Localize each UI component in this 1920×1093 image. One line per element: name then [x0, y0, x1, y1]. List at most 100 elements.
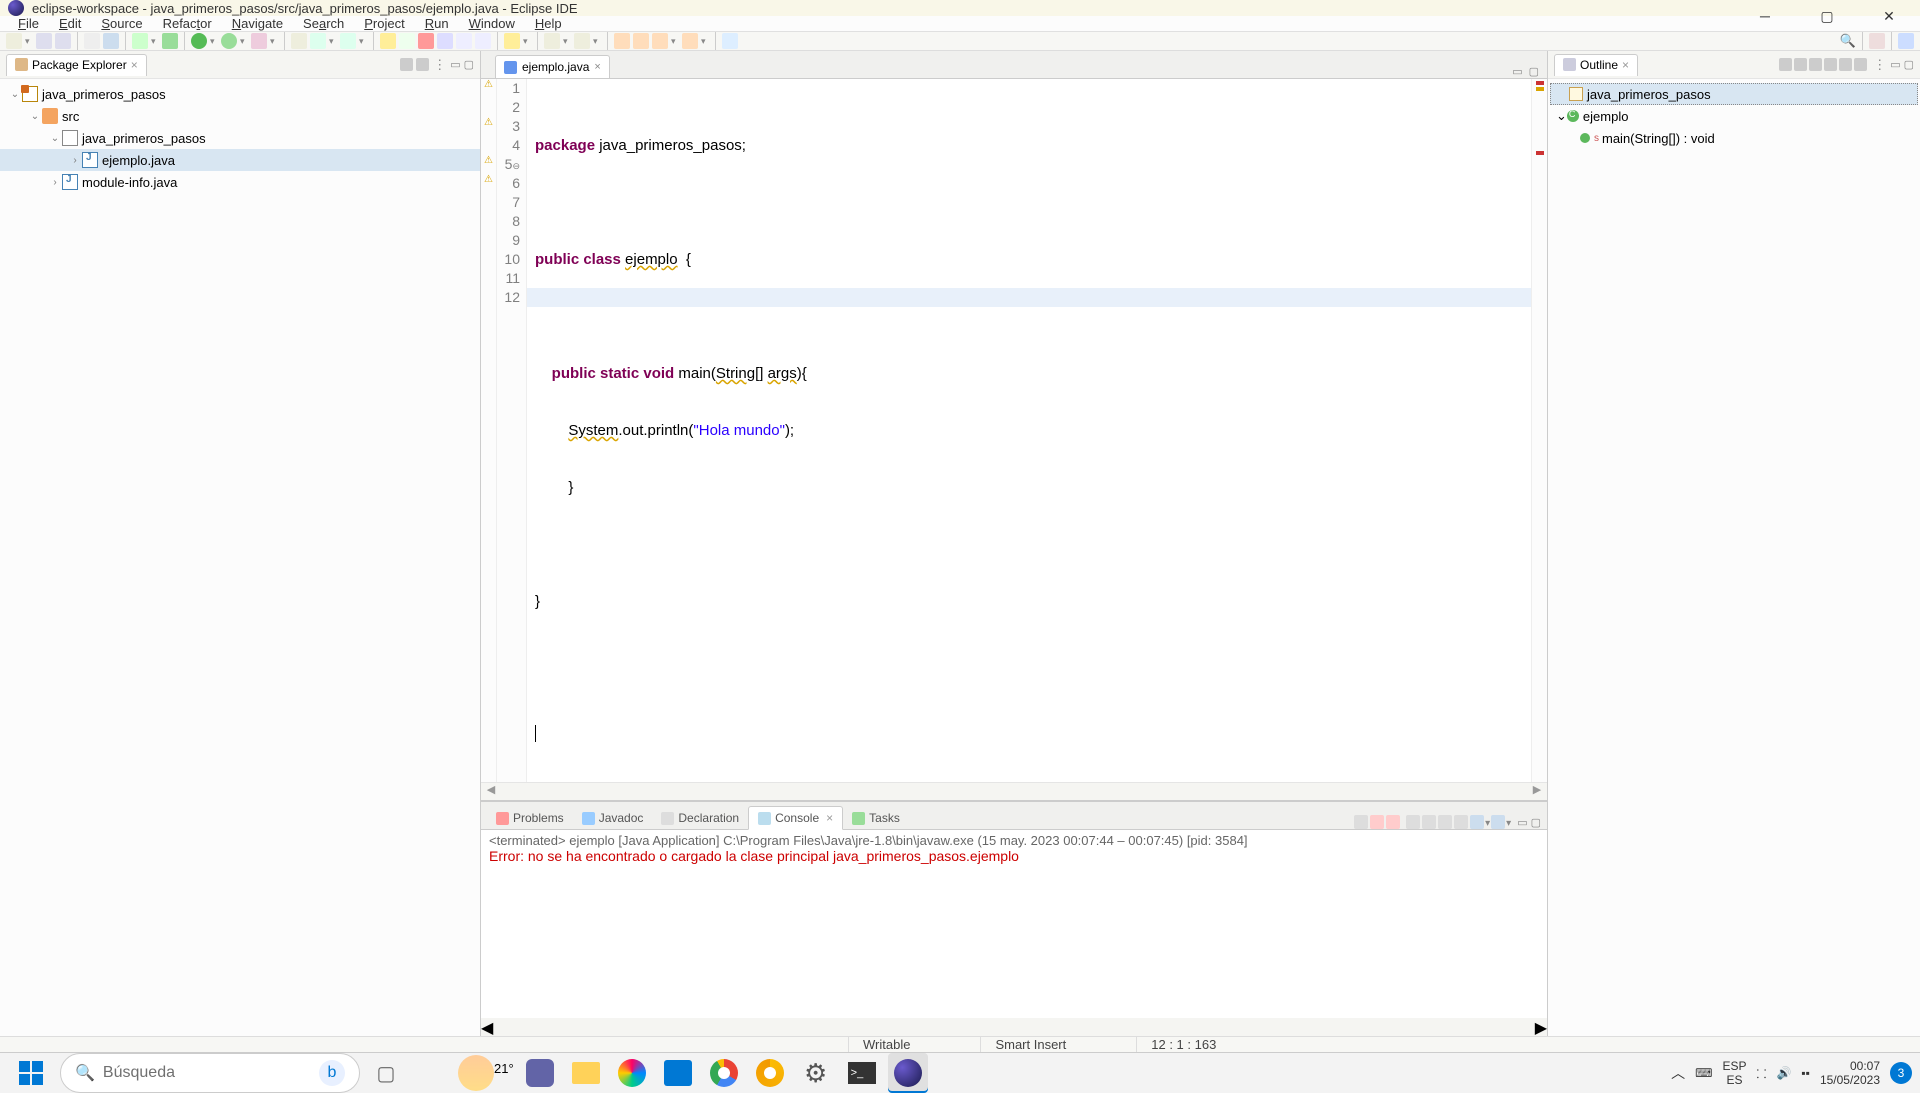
dropdown-icon[interactable]: ▾ [329, 33, 337, 49]
pin-icon[interactable] [722, 33, 738, 49]
close-icon[interactable]: × [131, 58, 138, 72]
word-wrap-icon[interactable] [1438, 815, 1452, 829]
terminate-icon[interactable] [1354, 815, 1368, 829]
close-icon[interactable]: × [826, 811, 833, 825]
dropdown-icon[interactable]: ▾ [25, 33, 33, 49]
taskbar-search[interactable]: 🔍 Búsqueda b [60, 1053, 360, 1093]
scroll-lock-icon[interactable] [1422, 815, 1436, 829]
scroll-right-icon[interactable]: ▶ [1527, 783, 1547, 800]
minimize-view-icon[interactable]: ▭ [1517, 816, 1527, 829]
outline-class[interactable]: ⌄ejemplo [1550, 105, 1918, 127]
settings-icon[interactable]: ⚙ [796, 1053, 836, 1093]
collapse-icon[interactable] [400, 58, 413, 71]
bing-icon[interactable]: b [319, 1060, 345, 1086]
dropdown-icon[interactable]: ▾ [671, 33, 679, 49]
new-icon[interactable] [6, 33, 22, 49]
open-console-icon[interactable] [1491, 815, 1505, 829]
tree-project[interactable]: ⌄java_primeros_pasos [0, 83, 480, 105]
toggle-icon[interactable] [84, 33, 100, 49]
overview-ruler[interactable] [1531, 79, 1547, 782]
view-menu-icon[interactable]: ⋮ [1873, 57, 1886, 73]
weather-icon[interactable] [458, 1055, 494, 1091]
menu-search[interactable]: Search [293, 16, 354, 31]
menu-refactor[interactable]: Refactor [153, 16, 222, 31]
dropdown-icon[interactable]: ▾ [270, 33, 278, 49]
dropdown-icon[interactable]: ▾ [523, 33, 531, 49]
warning-icon[interactable]: ⚠ [481, 174, 496, 193]
console-output[interactable]: <terminated> ejemplo [Java Application] … [481, 830, 1547, 1018]
tab-console[interactable]: Console× [748, 806, 843, 830]
tab-problems[interactable]: Problems [487, 807, 573, 829]
dropdown-icon[interactable]: ▾ [210, 33, 218, 49]
warning-icon[interactable]: ⚠ [481, 155, 496, 174]
warning-icon[interactable]: ⚠ [481, 79, 496, 98]
code-area[interactable]: package java_primeros_pasos; public clas… [527, 79, 1531, 782]
menu-window[interactable]: Window [459, 16, 525, 31]
view-menu-icon[interactable]: ⋮ [433, 57, 446, 73]
close-button[interactable]: ✕ [1858, 0, 1920, 32]
wrap-icon[interactable] [475, 33, 491, 49]
annotate-icon[interactable] [103, 33, 119, 49]
close-icon[interactable]: × [1622, 58, 1629, 72]
hide-nonpublic-icon[interactable] [1839, 58, 1852, 71]
maximize-button[interactable]: ▢ [1796, 0, 1858, 32]
volume-icon[interactable]: 🔊 [1776, 1066, 1791, 1080]
filter-icon[interactable] [1794, 58, 1807, 71]
menu-file[interactable]: File [8, 16, 49, 31]
outline-method[interactable]: smain(String[]) : void [1550, 127, 1918, 149]
language-indicator[interactable]: ESPES [1723, 1059, 1747, 1087]
start-button[interactable] [8, 1053, 54, 1093]
new-pkg-icon[interactable] [291, 33, 307, 49]
coverage-icon[interactable] [221, 33, 237, 49]
menu-edit[interactable]: Edit [49, 16, 91, 31]
display-icon[interactable] [1470, 815, 1484, 829]
skip-icon[interactable] [162, 33, 178, 49]
maximize-view-icon[interactable]: ▢ [1531, 816, 1541, 829]
remove-all-icon[interactable] [1386, 815, 1400, 829]
todo-icon[interactable] [418, 33, 434, 49]
copilot-icon[interactable] [612, 1053, 652, 1093]
nav-back-icon[interactable] [682, 33, 698, 49]
warning-icon[interactable]: ⚠ [481, 117, 496, 136]
dropdown-icon[interactable]: ▾ [593, 33, 601, 49]
fwd-icon[interactable] [633, 33, 649, 49]
tree-package[interactable]: ⌄java_primeros_pasos [0, 127, 480, 149]
clock[interactable]: 00:0715/05/2023 [1820, 1059, 1880, 1087]
notification-badge[interactable]: 3 [1890, 1062, 1912, 1084]
mark-icon[interactable] [437, 33, 453, 49]
menu-navigate[interactable]: Navigate [222, 16, 293, 31]
next-ann-icon[interactable] [544, 33, 560, 49]
run-icon[interactable] [191, 33, 207, 49]
dropdown-icon[interactable]: ▾ [701, 33, 709, 49]
tree-src[interactable]: ⌄src [0, 105, 480, 127]
menu-help[interactable]: Help [525, 16, 572, 31]
terminal-icon[interactable]: >_ [842, 1053, 882, 1093]
package-explorer-tab[interactable]: Package Explorer × [6, 54, 147, 76]
canary-icon[interactable] [750, 1053, 790, 1093]
minimize-editor-icon[interactable]: ▭ [1512, 65, 1522, 78]
keyboard-icon[interactable]: ⌨ [1695, 1066, 1712, 1080]
back-icon[interactable] [614, 33, 630, 49]
quick-access-icon[interactable]: 🔍 [1840, 33, 1856, 49]
save-all-icon[interactable] [55, 33, 71, 49]
minimize-view-icon[interactable]: ▭ [1890, 58, 1900, 71]
wand-icon[interactable] [380, 33, 396, 49]
scroll-right-icon[interactable]: ▶ [1535, 1018, 1547, 1036]
tree-file-ejemplo[interactable]: ›ejemplo.java [0, 149, 480, 171]
teams-icon[interactable] [520, 1053, 560, 1093]
battery-icon[interactable]: ▪▪ [1801, 1066, 1810, 1080]
search-icon[interactable] [399, 33, 415, 49]
tab-javadoc[interactable]: Javadoc [573, 807, 653, 829]
menu-project[interactable]: Project [354, 16, 414, 31]
prev-ann-icon[interactable] [574, 33, 590, 49]
store-icon[interactable] [658, 1053, 698, 1093]
clear-icon[interactable] [1406, 815, 1420, 829]
scroll-left-icon[interactable]: ◀ [481, 1018, 493, 1036]
explorer-icon[interactable] [566, 1053, 606, 1093]
outline-tab[interactable]: Outline × [1554, 54, 1638, 76]
maximize-view-icon[interactable]: ▢ [1904, 58, 1914, 71]
tab-declaration[interactable]: Declaration [652, 807, 748, 829]
remove-icon[interactable] [1370, 815, 1384, 829]
scroll-left-icon[interactable]: ◀ [481, 783, 501, 800]
pin-console-icon[interactable] [1454, 815, 1468, 829]
